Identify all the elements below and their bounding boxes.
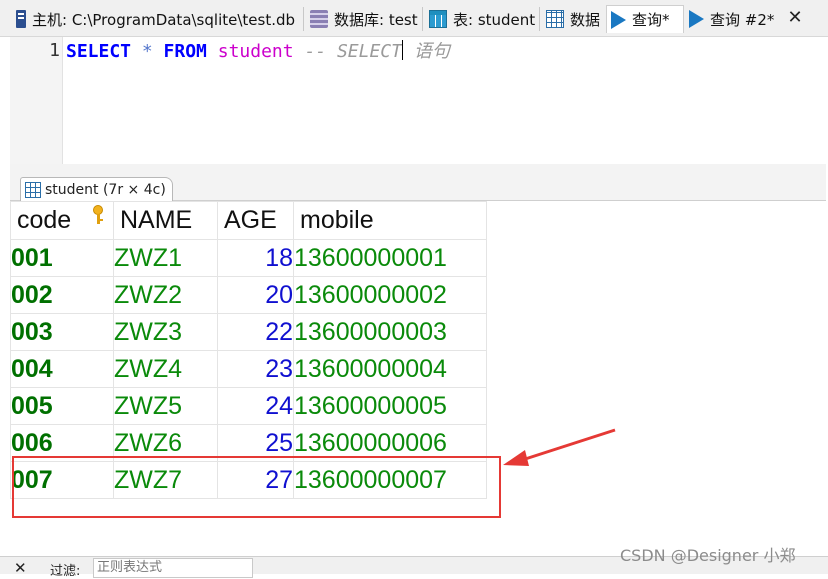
table-row-highlighted[interactable]: 007 ZWZ7 27 13600000007 bbox=[10, 461, 487, 499]
document-tab-bar: 主机: C:\ProgramData\sqlite\test.db 数据库: t… bbox=[0, 0, 828, 37]
watermark: CSDN @Designer 小郑 bbox=[620, 546, 796, 565]
tab-data-label: 数据 bbox=[570, 10, 601, 29]
cell-mobile[interactable]: 13600000001 bbox=[293, 239, 487, 277]
cell-mobile[interactable]: 13600000005 bbox=[293, 387, 487, 425]
tab-table-label: 表: student bbox=[453, 10, 536, 29]
tab-table[interactable]: 表: student bbox=[425, 5, 535, 33]
tab-separator bbox=[422, 7, 423, 31]
tab-host[interactable]: 主机: C:\ProgramData\sqlite\test.db bbox=[12, 5, 295, 33]
column-header-mobile[interactable]: mobile bbox=[293, 201, 487, 240]
tab-separator bbox=[539, 7, 540, 31]
cell-name[interactable]: ZWZ7 bbox=[113, 461, 218, 499]
result-tab-student[interactable]: student (7r × 4c) bbox=[20, 177, 173, 201]
cell-mobile[interactable]: 13600000004 bbox=[293, 350, 487, 388]
cell-name[interactable]: ZWZ4 bbox=[113, 350, 218, 388]
column-header-age[interactable]: AGE bbox=[217, 201, 294, 240]
tab-query-2[interactable]: 查询 #2* bbox=[685, 5, 774, 33]
tab-query-label: 查询* bbox=[632, 11, 670, 29]
sql-code-line[interactable]: SELECT * FROM student -- SELECT 语句 bbox=[66, 40, 450, 63]
cell-age[interactable]: 24 bbox=[217, 387, 294, 425]
key-icon bbox=[91, 205, 105, 225]
filter-label: 过滤: bbox=[50, 564, 81, 579]
cell-code[interactable]: 003 bbox=[10, 313, 114, 351]
cell-age[interactable]: 23 bbox=[217, 350, 294, 388]
cell-name[interactable]: ZWZ3 bbox=[113, 313, 218, 351]
cell-mobile[interactable]: 13600000002 bbox=[293, 276, 487, 314]
cell-mobile[interactable]: 13600000007 bbox=[293, 461, 487, 499]
column-header-code[interactable]: code bbox=[10, 201, 114, 240]
database-icon bbox=[310, 10, 328, 28]
result-tab-label: student (7r × 4c) bbox=[45, 181, 166, 198]
line-number: 1 bbox=[49, 40, 60, 61]
table-identifier: student bbox=[206, 41, 294, 62]
tab-host-label: 主机: C:\ProgramData\sqlite\test.db bbox=[32, 10, 296, 29]
grid-header-row: code NAME AGE mobile bbox=[10, 201, 487, 240]
table-row[interactable]: 003 ZWZ3 22 13600000003 bbox=[10, 313, 487, 351]
tab-query[interactable]: 查询* bbox=[606, 5, 684, 33]
tab-database-label: 数据库: test bbox=[334, 10, 418, 29]
column-header-name[interactable]: NAME bbox=[113, 201, 218, 240]
cell-age[interactable]: 22 bbox=[217, 313, 294, 351]
sql-editor[interactable]: 1 SELECT * FROM student -- SELECT 语句 bbox=[10, 37, 826, 165]
star-operator: * bbox=[131, 41, 164, 62]
close-tab-icon[interactable]: ✕ bbox=[784, 5, 806, 31]
result-tab-strip: student (7r × 4c) bbox=[10, 164, 826, 201]
cell-code[interactable]: 004 bbox=[10, 350, 114, 388]
sql-comment-tail: 语句 bbox=[402, 41, 450, 62]
cell-age[interactable]: 18 bbox=[217, 239, 294, 277]
keyword-select: SELECT bbox=[66, 41, 132, 62]
host-icon bbox=[16, 10, 26, 28]
table-row[interactable]: 001 ZWZ1 18 13600000001 bbox=[10, 239, 487, 277]
cell-code[interactable]: 002 bbox=[10, 276, 114, 314]
tab-data[interactable]: 数据 bbox=[542, 5, 600, 33]
filter-regex-input[interactable] bbox=[93, 558, 253, 578]
table-row[interactable]: 006 ZWZ6 25 13600000006 bbox=[10, 424, 487, 462]
tab-database[interactable]: 数据库: test bbox=[306, 5, 418, 33]
tab-query-2-label: 查询 #2* bbox=[710, 10, 775, 29]
table-icon bbox=[429, 10, 447, 28]
close-filter-icon[interactable]: ✕ bbox=[14, 559, 27, 577]
sql-comment: -- SELECT bbox=[293, 41, 402, 62]
cell-name[interactable]: ZWZ1 bbox=[113, 239, 218, 277]
cell-code[interactable]: 001 bbox=[10, 239, 114, 277]
cell-code[interactable]: 005 bbox=[10, 387, 114, 425]
cell-mobile[interactable]: 13600000003 bbox=[293, 313, 487, 351]
cell-name[interactable]: ZWZ6 bbox=[113, 424, 218, 462]
query-play-icon bbox=[689, 10, 704, 28]
keyword-from: FROM bbox=[163, 41, 207, 62]
cell-age[interactable]: 25 bbox=[217, 424, 294, 462]
table-row[interactable]: 002 ZWZ2 20 13600000002 bbox=[10, 276, 487, 314]
table-row[interactable]: 004 ZWZ4 23 13600000004 bbox=[10, 350, 487, 388]
cell-code[interactable]: 006 bbox=[10, 424, 114, 462]
cell-name[interactable]: ZWZ5 bbox=[113, 387, 218, 425]
line-number-gutter: 1 bbox=[10, 37, 63, 164]
table-row[interactable]: 005 ZWZ5 24 13600000005 bbox=[10, 387, 487, 425]
cell-age[interactable]: 27 bbox=[217, 461, 294, 499]
cell-age[interactable]: 20 bbox=[217, 276, 294, 314]
cell-code[interactable]: 007 bbox=[10, 461, 114, 499]
cell-mobile[interactable]: 13600000006 bbox=[293, 424, 487, 462]
query-play-icon bbox=[611, 10, 626, 29]
result-grid: code NAME AGE mobile 001 ZWZ1 18 1360000… bbox=[10, 201, 487, 499]
column-header-label: code bbox=[17, 206, 72, 234]
cell-name[interactable]: ZWZ2 bbox=[113, 276, 218, 314]
tab-separator bbox=[303, 7, 304, 31]
result-panel: student (7r × 4c) code NAME AGE mobile 0… bbox=[10, 164, 826, 556]
result-grid-icon bbox=[25, 181, 41, 198]
data-grid-icon bbox=[546, 10, 564, 28]
